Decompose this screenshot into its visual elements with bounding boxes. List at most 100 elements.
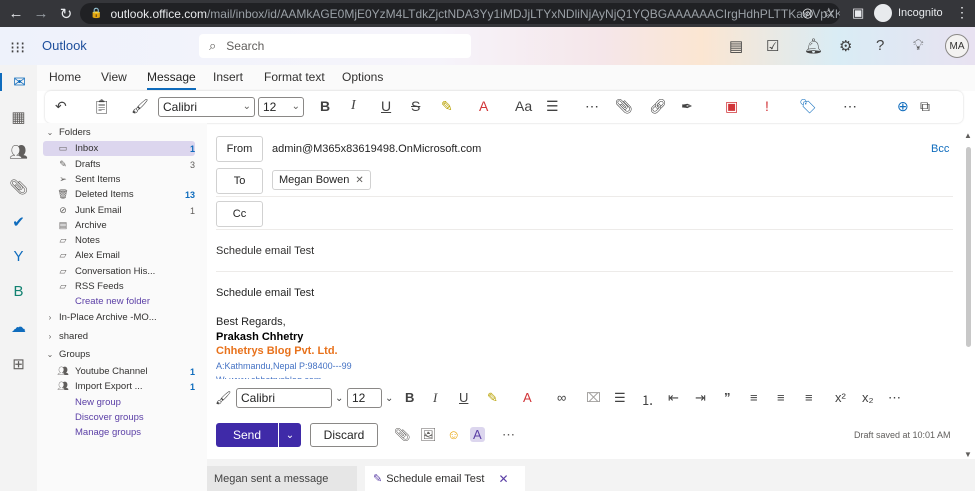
bold-icon[interactable]: B <box>320 98 330 114</box>
more-options-icon[interactable]: ⋯ <box>502 427 515 443</box>
to-button[interactable]: To <box>216 168 263 194</box>
editor-icon[interactable]: A <box>470 427 485 442</box>
subscript-icon[interactable]: x₂ <box>862 390 874 405</box>
send-options-chevron-icon[interactable]: ⌄ <box>279 423 301 447</box>
tab-message[interactable]: Message <box>147 70 196 90</box>
zoom-icon[interactable]: ⊕ <box>897 98 909 115</box>
tab-schedule-email-draft[interactable]: ✎ Schedule email Test ✕ <box>365 466 525 491</box>
underline-icon[interactable]: U <box>381 98 391 114</box>
forward-arrow-icon[interactable]: → <box>28 5 54 22</box>
people-icon[interactable]: 👥︎ <box>0 143 37 161</box>
folders-section[interactable]: ⌄ Folders <box>43 125 195 140</box>
cc-button[interactable]: Cc <box>216 201 263 227</box>
folder-junk-email[interactable]: ⊘ Junk Email 1 <box>43 203 195 218</box>
indent-icon[interactable]: ⇥ <box>695 390 706 406</box>
help-icon[interactable]: ? <box>876 37 884 54</box>
signature-icon[interactable]: ✒ <box>681 98 693 115</box>
italic-icon[interactable]: I <box>351 98 356 114</box>
attach-icon[interactable]: 📎︎ <box>394 427 411 443</box>
more-format-icon[interactable]: ⋯ <box>585 98 599 115</box>
more-options-icon[interactable]: ⋯ <box>843 98 857 115</box>
office-icon[interactable]: ▤ <box>729 37 743 55</box>
unlink-icon[interactable]: ⌧ <box>586 390 601 406</box>
sidebar-icon[interactable]: ▣ <box>852 5 864 21</box>
bcc-button[interactable]: Bcc <box>931 143 949 155</box>
font-name-select[interactable]: Calibri <box>236 388 332 408</box>
folder-inbox[interactable]: ▭ Inbox 1 <box>43 141 195 156</box>
popout-icon[interactable]: ⧉ <box>920 98 930 115</box>
superscript-icon[interactable]: x² <box>835 390 846 405</box>
message-body[interactable]: Schedule email Test Best Regards, Prakas… <box>216 286 352 379</box>
folder-sent-items[interactable]: ➢ Sent Items <box>43 172 195 187</box>
app-launcher-icon[interactable]: ⁝⁝⁝ <box>10 38 25 58</box>
tab-view[interactable]: View <box>101 70 127 84</box>
font-size-select[interactable]: 12 <box>347 388 382 408</box>
bullets-icon[interactable]: ☰ <box>546 98 559 115</box>
font-color-icon[interactable]: A <box>523 390 532 405</box>
attachment-icon[interactable]: 📎︎ <box>0 178 37 196</box>
apps-icon[interactable]: ▣ <box>725 98 738 115</box>
scroll-down-icon[interactable]: ▼ <box>964 450 972 459</box>
group-youtube-channel[interactable]: 👥︎ Youtube Channel 1 <box>43 364 195 379</box>
font-color-icon[interactable]: A <box>479 98 488 114</box>
undo-icon[interactable]: ↶ <box>55 98 67 115</box>
format-painter-icon[interactable]: 🖌︎ <box>131 98 149 115</box>
address-bar[interactable]: 🔒 outlook.office.com/mail/inbox/id/AAMkA… <box>80 3 840 24</box>
italic-icon[interactable]: I <box>433 390 437 406</box>
emoji-icon[interactable]: ☺ <box>447 427 460 442</box>
tab-home[interactable]: Home <box>49 70 81 84</box>
folder-drafts[interactable]: ✎ Drafts 3 <box>43 157 195 172</box>
align-right-icon[interactable]: ≡ <box>805 390 813 405</box>
paste-icon[interactable]: 📋︎ <box>93 98 111 115</box>
more-format-icon[interactable]: ⋯ <box>888 390 901 406</box>
remove-recipient-icon[interactable]: ✕ <box>355 175 363 186</box>
bookings-icon[interactable]: B <box>0 283 37 300</box>
chevron-down-icon[interactable]: ⌄ <box>335 393 343 404</box>
font-size-select[interactable]: 12 ⌄ <box>258 97 304 117</box>
underline-icon[interactable]: U <box>459 390 468 405</box>
folder-conversation-history[interactable]: ▱ Conversation His... <box>43 264 195 279</box>
group-import-export[interactable]: 👥︎ Import Export ... 1 <box>43 379 195 394</box>
image-icon[interactable]: 🖼︎ <box>420 427 437 443</box>
recipient-pill[interactable]: Megan Bowen ✕ <box>272 170 371 190</box>
highlight-icon[interactable]: ✎ <box>441 98 453 115</box>
from-button[interactable]: From <box>216 136 263 162</box>
app-name[interactable]: Outlook <box>42 38 87 53</box>
bell-icon[interactable]: 🔔︎ <box>804 37 823 55</box>
tab-options[interactable]: Options <box>342 70 383 84</box>
create-new-folder-link[interactable]: Create new folder <box>43 294 195 309</box>
eye-off-icon[interactable]: ◎ <box>802 5 813 21</box>
tab-format-text[interactable]: Format text <box>264 70 325 84</box>
tab-insert[interactable]: Insert <box>213 70 243 84</box>
bullets-icon[interactable]: ☰ <box>614 390 626 406</box>
folder-deleted-items[interactable]: 🗑︎ Deleted Items 13 <box>43 187 195 202</box>
folder-notes[interactable]: ▱ Notes <box>43 233 195 248</box>
quote-icon[interactable]: ” <box>724 390 731 405</box>
discard-button[interactable]: Discard <box>310 423 378 447</box>
strikethrough-icon[interactable]: S <box>411 98 420 114</box>
outdent-icon[interactable]: ⇤ <box>668 390 679 406</box>
mail-icon[interactable]: ✉ <box>0 73 37 91</box>
link-icon[interactable]: ∞ <box>557 390 566 405</box>
shared-section[interactable]: › shared <box>43 329 195 344</box>
new-group-link[interactable]: New group <box>43 395 195 410</box>
subject-field[interactable]: Schedule email Test <box>216 245 314 257</box>
send-button[interactable]: Send <box>216 423 278 447</box>
incognito-badge[interactable]: Incognito <box>874 4 943 22</box>
search-box[interactable]: ⌕ Search <box>199 34 471 58</box>
close-icon[interactable]: ✕ <box>498 472 508 486</box>
todo-icon[interactable]: ✔ <box>0 213 37 231</box>
calendar-icon[interactable]: ▦ <box>0 108 37 126</box>
back-arrow-icon[interactable]: ← <box>3 5 29 22</box>
tab-megan-message[interactable]: Megan sent a message <box>207 466 357 491</box>
bold-icon[interactable]: B <box>405 390 414 405</box>
align-center-icon[interactable]: ≡ <box>777 390 785 405</box>
gear-icon[interactable]: ⚙ <box>839 37 852 55</box>
yammer-icon[interactable]: Y <box>0 248 37 265</box>
numbering-icon[interactable]: ⒈ <box>641 390 654 409</box>
font-name-select[interactable]: Calibri ⌄ <box>158 97 255 117</box>
calendar-check-icon[interactable]: ☑ <box>766 37 779 55</box>
importance-icon[interactable]: ! <box>765 98 769 114</box>
align-left-icon[interactable]: ≡ <box>750 390 758 405</box>
folder-alex-email[interactable]: ▱ Alex Email <box>43 248 195 263</box>
